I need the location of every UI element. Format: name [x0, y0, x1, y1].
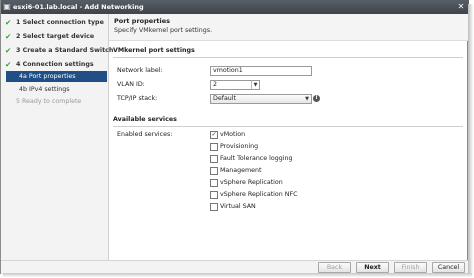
virtual-san-checkbox[interactable]: [210, 203, 218, 211]
chevron-down-icon[interactable]: ▼: [251, 81, 259, 89]
check-icon: ✔: [5, 18, 12, 27]
vlan-id-value: 2: [213, 81, 218, 88]
divider: [113, 57, 463, 58]
available-services-heading: Available services: [113, 116, 177, 123]
tcpip-stack-value: Default: [213, 95, 237, 102]
tcpip-stack-label: TCP/IP stack:: [117, 95, 158, 102]
title-bar[interactable]: ▣ esxi6-01.lab.local - Add Networking ✕: [1, 0, 469, 14]
step-ipv4-settings[interactable]: 4b IPv4 settings: [1, 84, 108, 95]
step-select-target-device[interactable]: ✔ 2 Select target device: [1, 31, 108, 42]
vlan-id-label: VLAN ID:: [117, 81, 145, 88]
next-button[interactable]: Next: [356, 262, 389, 273]
check-icon: ✔: [5, 32, 12, 41]
page-header: Port properties Specify VMkernel port se…: [109, 14, 469, 41]
network-label-label: Network label:: [117, 67, 163, 74]
step-connection-settings[interactable]: ✔ 4 Connection settings: [1, 59, 108, 70]
check-icon: ✔: [5, 46, 12, 55]
finish-button[interactable]: Finish: [394, 262, 427, 273]
enabled-services-label: Enabled services:: [117, 131, 173, 138]
divider: [113, 126, 463, 127]
check-icon: ✔: [5, 60, 12, 69]
chevron-down-icon: ▼: [305, 96, 309, 102]
close-icon[interactable]: ✕: [456, 2, 466, 12]
page-subtitle: Specify VMkernel port settings.: [114, 27, 213, 34]
window-title: esxi6-01.lab.local - Add Networking: [13, 3, 144, 11]
management-checkbox[interactable]: [210, 167, 218, 175]
vsphere-replication-nfc-checkbox[interactable]: [210, 191, 218, 199]
tcpip-stack-select[interactable]: Default ▼: [210, 94, 312, 104]
window-shadow: [3, 273, 472, 277]
step-ready-to-complete: 5 Ready to complete: [16, 98, 82, 105]
window-icon: ▣: [3, 2, 11, 11]
vmkernel-settings-heading: VMkernel port settings: [113, 47, 195, 54]
step-port-properties[interactable]: 4a Port properties: [6, 71, 107, 82]
port-properties-form: VMkernel port settings Network label: vm…: [109, 41, 469, 260]
network-label-input[interactable]: vmotion1: [210, 66, 312, 76]
wizard-steps: ✔ 1 Select connection type ✔ 2 Select ta…: [1, 14, 113, 260]
cancel-button[interactable]: Cancel: [432, 262, 465, 273]
page-title: Port properties: [114, 17, 171, 25]
vmotion-checkbox[interactable]: ✓: [210, 131, 218, 139]
step-select-connection-type[interactable]: ✔ 1 Select connection type: [1, 17, 108, 28]
back-button[interactable]: Back: [318, 262, 351, 273]
info-icon[interactable]: i: [313, 95, 320, 102]
add-networking-dialog: ▣ esxi6-01.lab.local - Add Networking ✕ …: [0, 0, 469, 275]
step-create-standard-switch[interactable]: ✔ 3 Create a Standard Switch: [1, 45, 113, 56]
vsphere-replication-checkbox[interactable]: [210, 179, 218, 187]
window-shadow: [468, 4, 473, 276]
fault-tolerance-checkbox[interactable]: [210, 155, 218, 163]
vlan-id-combo[interactable]: 2 ▼: [210, 80, 260, 90]
provisioning-checkbox[interactable]: [210, 143, 218, 151]
